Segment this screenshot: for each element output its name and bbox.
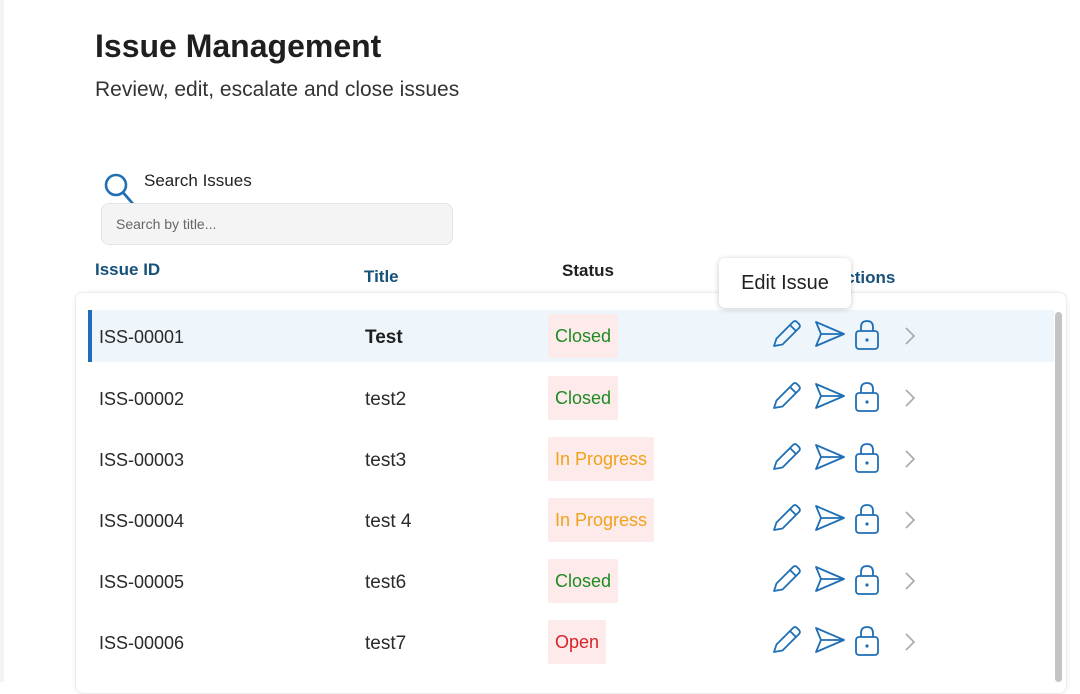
table-row[interactable]: ISS-00002 test2 Closed (88, 372, 1054, 424)
left-edge (0, 0, 4, 682)
chevron-right-icon[interactable] (900, 508, 920, 532)
table-row[interactable]: ISS-00004 test 4 In Progress (88, 494, 1054, 546)
column-header-title[interactable]: Title (364, 267, 399, 287)
status-badge: In Progress (548, 498, 655, 542)
issue-title-cell: Test (365, 327, 403, 348)
search-label: Search Issues (144, 171, 252, 190)
issue-title-cell: test6 (365, 572, 407, 593)
chevron-right-icon[interactable] (900, 569, 920, 593)
pencil-icon[interactable] (769, 319, 803, 351)
issue-id-cell: ISS-00006 (99, 633, 185, 653)
issue-title-cell: test3 (365, 450, 407, 471)
page-subtitle: Review, edit, escalate and close issues (95, 78, 460, 101)
issue-id-cell: ISS-00001 (99, 327, 185, 347)
lock-icon[interactable] (850, 564, 884, 596)
chevron-right-icon[interactable] (900, 447, 920, 471)
issue-title-cell: test 4 (365, 511, 412, 532)
edit-issue-tooltip: Edit Issue (719, 258, 851, 308)
pencil-icon[interactable] (769, 564, 803, 596)
table-row[interactable]: ISS-00003 test3 In Progress (88, 433, 1054, 485)
status-badge: In Progress (548, 437, 655, 481)
chevron-right-icon[interactable] (900, 324, 920, 348)
column-header-issue-id[interactable]: Issue ID (95, 260, 160, 280)
send-icon[interactable] (813, 503, 847, 535)
status-badge: Open (548, 620, 607, 664)
send-icon[interactable] (813, 442, 847, 474)
page-title: Issue Management (95, 28, 382, 64)
issue-id-cell: ISS-00004 (99, 511, 185, 531)
issue-id-cell: ISS-00003 (99, 450, 185, 470)
status-badge: Closed (548, 559, 619, 603)
issue-title-cell: test7 (365, 633, 407, 654)
status-badge: Closed (548, 314, 619, 358)
lock-icon[interactable] (850, 381, 884, 413)
send-icon[interactable] (813, 564, 847, 596)
pencil-icon[interactable] (769, 442, 803, 474)
lock-icon[interactable] (850, 503, 884, 535)
lock-icon[interactable] (850, 625, 884, 657)
send-icon[interactable] (813, 381, 847, 413)
search-input[interactable] (101, 203, 453, 245)
table-row[interactable]: ISS-00005 test6 Closed (88, 555, 1054, 607)
pencil-icon[interactable] (769, 625, 803, 657)
send-icon[interactable] (813, 319, 847, 351)
table-scrollbar[interactable] (1055, 312, 1062, 682)
table-row[interactable]: ISS-00001 Test Closed (88, 310, 1054, 362)
selected-row-indicator (88, 310, 92, 362)
status-badge: Closed (548, 376, 619, 420)
issue-id-cell: ISS-00005 (99, 572, 185, 592)
issue-title-cell: test2 (365, 389, 407, 410)
lock-icon[interactable] (850, 319, 884, 351)
table-row[interactable]: ISS-00006 test7 Open (88, 616, 1054, 668)
issue-id-cell: ISS-00002 (99, 389, 185, 409)
lock-icon[interactable] (850, 442, 884, 474)
pencil-icon[interactable] (769, 381, 803, 413)
chevron-right-icon[interactable] (900, 630, 920, 654)
pencil-icon[interactable] (769, 503, 803, 535)
send-icon[interactable] (813, 625, 847, 657)
column-header-status[interactable]: Status (562, 261, 614, 281)
chevron-right-icon[interactable] (900, 386, 920, 410)
